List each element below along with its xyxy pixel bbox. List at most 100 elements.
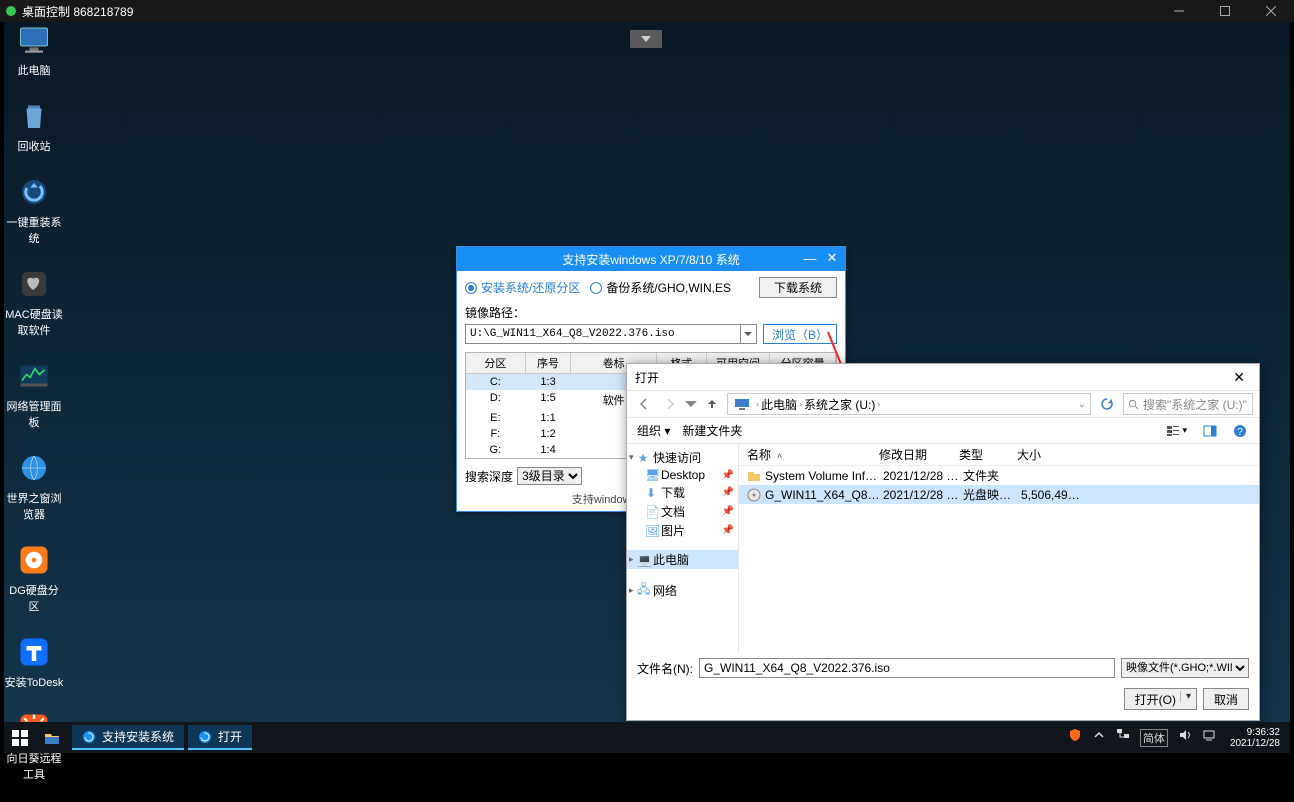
- icon-net-panel[interactable]: 网络管理面板: [4, 358, 64, 430]
- icon-recycle[interactable]: 回收站: [4, 98, 64, 154]
- filename-input[interactable]: [699, 658, 1115, 678]
- remote-titlebar: 桌面控制 868218789: [0, 0, 1294, 22]
- filetype-select[interactable]: 映像文件(*.GHO;*.WIM;*.ESD;*: [1121, 658, 1249, 678]
- icon-todesk[interactable]: 安装ToDesk: [4, 634, 64, 690]
- installer-icon: [82, 730, 96, 744]
- tree-quick-access[interactable]: ▾★快速访问: [627, 448, 738, 467]
- tree-network[interactable]: ▸🖧网络: [627, 579, 738, 602]
- nav-back-button[interactable]: [633, 394, 655, 414]
- browse-button[interactable]: 浏览（B）: [763, 324, 837, 344]
- close-button[interactable]: [1248, 0, 1294, 22]
- col-size[interactable]: 大小: [1017, 446, 1077, 463]
- installer-icon: [198, 730, 212, 744]
- tray-volume-icon[interactable]: [1178, 728, 1192, 747]
- cancel-button[interactable]: 取消: [1203, 688, 1249, 710]
- installer-minimize-button[interactable]: —: [799, 247, 821, 269]
- open-titlebar[interactable]: 打开 ✕: [627, 364, 1259, 390]
- view-options-button[interactable]: ▾: [1164, 422, 1189, 440]
- tray-shield-icon[interactable]: [1068, 728, 1082, 747]
- col-sequence[interactable]: 序号: [526, 353, 572, 374]
- start-button[interactable]: [4, 722, 36, 753]
- preview-pane-button[interactable]: [1201, 422, 1219, 440]
- icon-label-world-browser: 世界之窗浏览器: [7, 493, 62, 521]
- taskbar: 支持安装系统 打开 简体 9:36:32 2021/12/28: [4, 722, 1290, 753]
- tray-chevron-icon[interactable]: [1092, 728, 1106, 747]
- new-folder-button[interactable]: 新建文件夹: [682, 422, 742, 439]
- col-partition[interactable]: 分区: [466, 353, 526, 374]
- open-dialog[interactable]: 打开 ✕ › 此电脑 › 系统之家 (U:) › ⌄ 搜索"系统之家 (U:)"…: [626, 363, 1260, 721]
- crumb-drive[interactable]: 系统之家 (U:): [804, 396, 875, 413]
- icon-world-browser[interactable]: 世界之窗浏览器: [4, 450, 64, 522]
- icon-label-net-panel: 网络管理面板: [7, 401, 62, 429]
- file-row[interactable]: System Volume Informati... 2021/12/28 9:…: [739, 466, 1259, 485]
- crumb-dropdown-icon[interactable]: ⌄: [1078, 399, 1086, 410]
- filename-label: 文件名(N):: [637, 660, 693, 677]
- radio-install[interactable]: 安装系统/还原分区: [465, 279, 580, 296]
- tray-ime-icon[interactable]: 简体: [1140, 729, 1168, 747]
- icon-label-recycle: 回收站: [18, 141, 51, 153]
- nav-up-button[interactable]: [701, 394, 723, 414]
- icon-label-sunflower: 向日葵远程工具: [7, 753, 62, 781]
- file-row[interactable]: G_WIN11_X64_Q8_V2022.... 2021/12/28 9:10…: [739, 485, 1259, 504]
- tray-notification-icon[interactable]: [1202, 728, 1216, 747]
- help-button[interactable]: ?: [1231, 422, 1249, 440]
- icon-label-reinstall: 一键重装系统: [7, 217, 62, 245]
- image-path-input[interactable]: [465, 324, 741, 344]
- svg-text:?: ?: [1237, 427, 1243, 438]
- file-list: 名称˄ 修改日期 类型 大小 System Volume Informati..…: [739, 444, 1259, 652]
- col-date[interactable]: 修改日期: [879, 446, 959, 463]
- explorer-button[interactable]: [36, 722, 68, 753]
- nav-history-button[interactable]: [685, 394, 697, 414]
- icon-label-dg: DG硬盘分区: [9, 585, 59, 613]
- remote-title: 桌面控制 868218789: [22, 3, 133, 20]
- open-button[interactable]: 打开(O): [1124, 688, 1197, 710]
- task-installer[interactable]: 支持安装系统: [72, 725, 184, 750]
- search-placeholder: 搜索"系统之家 (U:)": [1143, 396, 1247, 413]
- breadcrumb[interactable]: › 此电脑 › 系统之家 (U:) › ⌄: [727, 393, 1091, 415]
- icon-mac-disk[interactable]: MAC硬盘读取软件: [4, 266, 64, 338]
- installer-titlebar[interactable]: 支持安装windows XP/7/8/10 系统 — ✕: [457, 247, 845, 271]
- open-close-button[interactable]: ✕: [1227, 367, 1251, 388]
- depth-label: 搜索深度: [465, 468, 513, 485]
- icon-label-this-pc: 此电脑: [18, 65, 51, 77]
- open-title: 打开: [635, 369, 659, 386]
- path-label: 镜像路径：: [457, 304, 845, 324]
- refresh-button[interactable]: [1095, 397, 1119, 411]
- crumb-pc[interactable]: 此电脑: [761, 396, 797, 413]
- tray-network-icon[interactable]: [1116, 728, 1130, 747]
- path-dropdown-button[interactable]: [741, 324, 757, 344]
- clock[interactable]: 9:36:32 2021/12/28: [1226, 727, 1284, 749]
- installer-close-button[interactable]: ✕: [821, 247, 843, 269]
- task-open[interactable]: 打开: [188, 725, 252, 750]
- col-type[interactable]: 类型: [959, 446, 1017, 463]
- tree-documents[interactable]: 📄文档📌: [627, 502, 738, 521]
- nav-tree[interactable]: ▾★快速访问 🖥Desktop📌 ⬇下载📌 📄文档📌 🖼图片📌 ▸💻此电脑 ▸🖧…: [627, 444, 739, 652]
- toolbar-expand-chevron[interactable]: [630, 30, 662, 48]
- tree-pictures[interactable]: 🖼图片📌: [627, 521, 738, 540]
- pc-icon: [734, 396, 750, 412]
- connection-status-icon: [6, 6, 16, 16]
- desktop-icons: 此电脑 回收站 一键重装系统 MAC硬盘读取软件 网络管理面板 世界之窗浏览器 …: [4, 22, 64, 802]
- folder-icon: [747, 469, 761, 483]
- maximize-button[interactable]: [1202, 0, 1248, 22]
- col-name[interactable]: 名称˄: [747, 446, 879, 463]
- explorer-search-input[interactable]: 搜索"系统之家 (U:)": [1123, 393, 1253, 415]
- search-icon: [1128, 399, 1139, 410]
- task-label: 打开: [218, 728, 242, 745]
- minimize-button[interactable]: [1156, 0, 1202, 22]
- icon-label-mac-disk: MAC硬盘读取软件: [5, 309, 62, 337]
- depth-select[interactable]: 3级目录: [517, 467, 582, 485]
- organize-menu[interactable]: 组织 ▾: [637, 422, 670, 439]
- tree-downloads[interactable]: ⬇下载📌: [627, 483, 738, 502]
- icon-this-pc[interactable]: 此电脑: [4, 22, 64, 78]
- icon-dg[interactable]: DG硬盘分区: [4, 542, 64, 614]
- icon-label-todesk: 安装ToDesk: [5, 677, 64, 689]
- installer-title: 支持安装windows XP/7/8/10 系统: [562, 251, 739, 268]
- radio-backup[interactable]: 备份系统/GHO,WIN,ES: [590, 279, 731, 296]
- nav-forward-button[interactable]: [659, 394, 681, 414]
- download-button[interactable]: 下载系统: [759, 277, 837, 298]
- tree-desktop[interactable]: 🖥Desktop📌: [627, 467, 738, 483]
- tree-this-pc[interactable]: ▸💻此电脑: [627, 550, 738, 569]
- icon-reinstall[interactable]: 一键重装系统: [4, 174, 64, 246]
- task-label: 支持安装系统: [102, 728, 174, 745]
